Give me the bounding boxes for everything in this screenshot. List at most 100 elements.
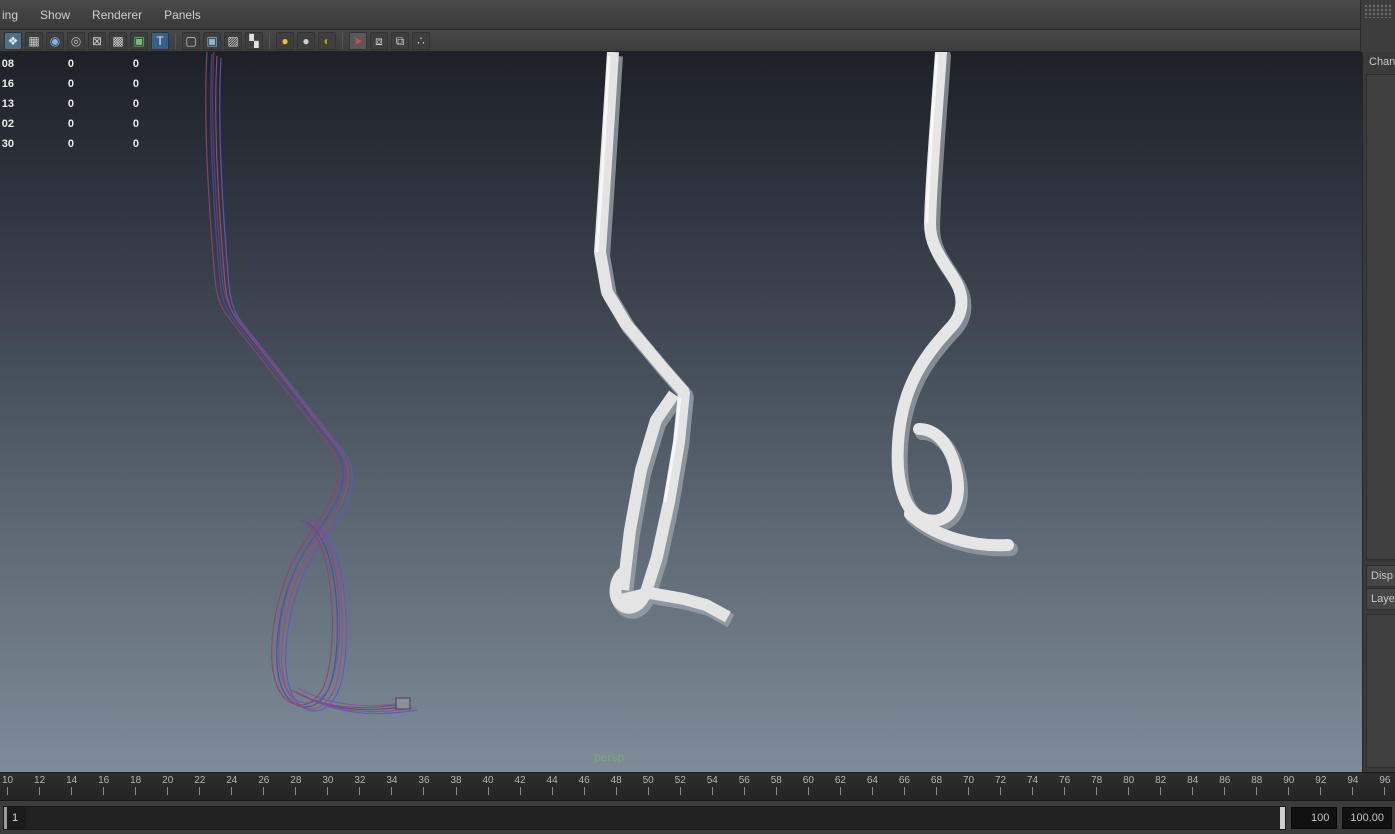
panel-tab-disp[interactable]: Disp <box>1366 565 1395 587</box>
timeline-tick: 34 <box>386 775 398 800</box>
menu-ing[interactable]: ing <box>0 4 28 26</box>
timeline-tick: 38 <box>450 775 462 800</box>
timeline-tick: 96 <box>1379 775 1390 800</box>
timeline-tick: 70 <box>963 775 974 800</box>
smooth-tube-object[interactable] <box>891 52 1018 557</box>
no-lights-icon[interactable]: ◐ <box>318 31 336 50</box>
layer-editor-tabs: Disp Laye <box>1366 565 1395 611</box>
hud-value: 0 <box>132 138 139 150</box>
timeline-tick: 32 <box>354 775 365 800</box>
timeline-tick: 80 <box>1123 775 1134 800</box>
timeline-tick: 58 <box>771 775 782 800</box>
timeline-tick: 54 <box>707 775 718 800</box>
range-end-handle[interactable] <box>1280 806 1286 829</box>
timeline-tick: 92 <box>1315 775 1326 800</box>
all-lights-icon[interactable]: ● <box>276 31 294 50</box>
timeline-tick: 18 <box>130 775 141 800</box>
viewport-toolbar: ❖ ▦ ◉ ◎ ⊠ ▩ ▣ T ▢ ▣ ▨ ▚ ● ● ◐ ➤ ⧈ ⧉ ∴ <box>0 30 1360 52</box>
end-cap-cube[interactable] <box>395 697 411 710</box>
layer-editor-body[interactable] <box>1366 614 1395 768</box>
default-lighting-icon[interactable]: ● <box>297 31 315 50</box>
hud-value: 0 <box>132 78 139 90</box>
hud-value: 0 <box>67 58 74 70</box>
use-default-material-icon[interactable]: ▚ <box>245 31 263 50</box>
hud-count-row: 08 0 0 <box>0 54 139 74</box>
timeline-tick: 12 <box>34 775 45 800</box>
hud-value: 0 <box>67 78 74 90</box>
resolution-gate-icon[interactable]: ◎ <box>67 31 85 50</box>
camera-name-label: persp <box>594 750 625 764</box>
faceted-tube-object[interactable] <box>594 52 735 628</box>
hud-count-row: 13 0 0 <box>0 94 139 114</box>
grid-icon[interactable]: ▦ <box>25 31 43 50</box>
time-slider[interactable]: 10 12 14 16 18 20 22 24 26 28 30 32 34 36 38 40 42 44 46 48… <box>0 772 1395 801</box>
hud-value: 0 <box>132 118 139 130</box>
channel-box-title: Chan <box>1369 56 1395 68</box>
timeline-tick: 28 <box>290 775 301 800</box>
hud-value: 0 <box>67 138 74 150</box>
timeline-tick: 82 <box>1155 775 1166 800</box>
pane-grip-icon[interactable] <box>1364 4 1392 18</box>
two-sided-lighting-icon[interactable]: ⧉ <box>391 31 409 50</box>
perspective-viewport[interactable]: 08 0 0 16 0 0 13 0 0 02 0 0 30 0 0 persp <box>0 52 1362 772</box>
timeline-tick: 44 <box>547 775 558 800</box>
hud-value: 16 <box>1 78 14 90</box>
shaded-icon[interactable]: ▣ <box>203 31 221 50</box>
safe-action-icon[interactable]: ▣ <box>130 31 148 50</box>
timeline-tick: 56 <box>739 775 750 800</box>
timeline-tick: 16 <box>98 775 109 800</box>
field-chart-icon[interactable]: ▩ <box>109 31 127 50</box>
timeline-tick: 30 <box>322 775 333 800</box>
isolate-select-icon[interactable]: ➤ <box>349 31 367 50</box>
timeline-tick: 86 <box>1219 775 1230 800</box>
film-gate-icon[interactable]: ◉ <box>46 31 64 50</box>
plugin-shapes-icon[interactable]: ∴ <box>412 31 430 50</box>
gate-mask-icon[interactable]: ⊠ <box>88 31 106 50</box>
menu-panels[interactable]: Panels <box>154 4 211 26</box>
panel-tab-laye[interactable]: Laye <box>1366 588 1395 610</box>
menu-renderer[interactable]: Renderer <box>82 4 152 26</box>
animation-end-field[interactable]: 100.00 <box>1342 806 1392 829</box>
hud-count-row: 16 0 0 <box>0 74 139 94</box>
timeline-tick: 62 <box>835 775 846 800</box>
channel-box-panel: Chan Disp Laye <box>1362 52 1395 772</box>
toolbar-separator <box>342 32 343 49</box>
timeline-tick: 84 <box>1187 775 1198 800</box>
hud-count-row: 30 0 0 <box>0 134 139 154</box>
playback-end-field[interactable]: 100 <box>1291 806 1338 829</box>
wireframe-object[interactable] <box>205 52 418 715</box>
hud-value: 02 <box>1 118 14 130</box>
hud-count-row: 02 0 0 <box>0 114 139 134</box>
wireframe-icon[interactable]: ▢ <box>182 31 200 50</box>
timeline-tick: 20 <box>162 775 173 800</box>
hud-value: 13 <box>1 98 14 110</box>
hud-value: 08 <box>1 58 14 70</box>
wire-on-shaded-icon[interactable]: ⧈ <box>370 31 388 50</box>
timeline-tick: 40 <box>482 775 494 800</box>
menu-show[interactable]: Show <box>30 4 80 26</box>
timeline-tick: 78 <box>1091 775 1102 800</box>
timeline-tick: 36 <box>418 775 430 800</box>
range-start-handle[interactable]: 1 <box>4 806 26 829</box>
timeline-tick: 52 <box>675 775 686 800</box>
safe-title-icon[interactable]: T <box>151 31 169 50</box>
timeline-tick: 26 <box>258 775 269 800</box>
range-slider-bar: 1 100 100.00 <box>0 801 1395 834</box>
timeline-tick: 72 <box>995 775 1006 800</box>
select-camera-icon[interactable]: ❖ <box>4 31 22 50</box>
panel-menu-bar: ing Show Renderer Panels <box>0 0 1360 30</box>
timeline-tick: 60 <box>803 775 814 800</box>
hud-value: 0 <box>132 58 139 70</box>
range-slider-track[interactable]: 1 <box>3 805 1287 830</box>
timeline-tick: 90 <box>1283 775 1294 800</box>
scene-canvas <box>205 52 1018 715</box>
timeline-tick: 76 <box>1059 775 1070 800</box>
textured-icon[interactable]: ▨ <box>224 31 242 50</box>
hud-value: 30 <box>1 138 14 150</box>
timeline-tick: 46 <box>579 775 590 800</box>
timeline-tick: 88 <box>1251 775 1262 800</box>
timeline-tick: 94 <box>1347 775 1358 800</box>
channel-box-body[interactable] <box>1366 74 1395 560</box>
timeline-tick: 74 <box>1027 775 1038 800</box>
hud-value: 0 <box>67 98 74 110</box>
